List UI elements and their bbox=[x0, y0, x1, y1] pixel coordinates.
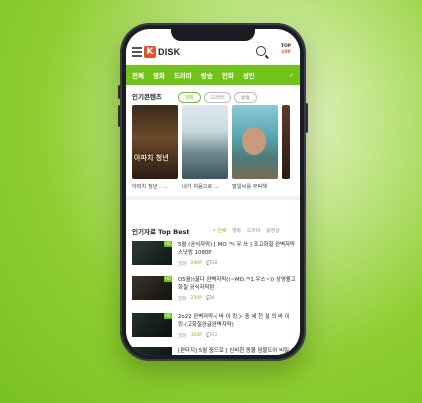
item-points: 320P bbox=[190, 333, 202, 338]
comment-count-value: 12 bbox=[211, 333, 218, 338]
chip-movie[interactable]: 영화 bbox=[178, 92, 201, 103]
item-meta: 영화 240P 💬18 bbox=[178, 261, 218, 267]
top-label: TOP bbox=[280, 44, 292, 49]
item-thumbnail: HD bbox=[132, 313, 172, 337]
best-tab-movie[interactable]: 영화 bbox=[232, 227, 241, 234]
phone-frame: K DISK TOP 100 전체 영화 드라마 방송 만화 성인 ✓ 인기콘텐… bbox=[118, 23, 308, 361]
hd-badge: HD bbox=[163, 241, 172, 247]
power-button bbox=[306, 103, 308, 133]
poster-4-partial[interactable] bbox=[282, 105, 290, 179]
best-tab-all[interactable]: • 전체 bbox=[213, 227, 226, 234]
app-header: K DISK TOP 100 bbox=[126, 41, 300, 65]
kdisk-logo[interactable]: K DISK bbox=[144, 44, 180, 60]
item-points: 230P bbox=[190, 296, 202, 301]
chip-broadcast[interactable]: 방송 bbox=[234, 92, 257, 103]
item-title: [판타지] 5월 중드로 [ 신비한 동물 덤블도어 비밀 ] 1080P 정식… bbox=[178, 348, 293, 354]
top-number: 100 bbox=[281, 50, 291, 55]
poster-caption-3[interactable]: 말일씨를 부탁해 bbox=[232, 183, 278, 190]
section-divider bbox=[126, 196, 300, 200]
poster-1-title: 아파치 청년 bbox=[134, 154, 169, 162]
item-title: 2o22 완벽자막-( 바 이 킹 )- 중 세 천 설 의 바 이 킹-(고화… bbox=[178, 314, 290, 328]
volume-down-button bbox=[118, 105, 120, 127]
poster-captions: 아파치 청년 : ... 내가 처음으로 ... 말일씨를 부탁해 bbox=[132, 183, 278, 190]
popular-content-title: 인기콘텐츠 bbox=[132, 93, 162, 101]
nav-item-broadcast[interactable]: 방송 bbox=[201, 70, 213, 80]
item-thumbnail: HD bbox=[132, 276, 172, 300]
item-thumbnail: HD bbox=[132, 241, 172, 265]
top-best-tabs: • 전체 영화 드라마 동영상 bbox=[213, 227, 280, 234]
volume-up-button bbox=[118, 85, 120, 99]
poster-3[interactable] bbox=[232, 105, 278, 179]
item-category: 영화 bbox=[178, 297, 187, 302]
comment-count-value: 4 bbox=[211, 296, 215, 301]
phone-screen: K DISK TOP 100 전체 영화 드라마 방송 만화 성인 ✓ 인기콘텐… bbox=[126, 29, 300, 355]
phone-notch bbox=[171, 29, 255, 41]
popular-filter-chips: 영화 드라마 방송 bbox=[178, 92, 257, 103]
item-category: 영화 bbox=[178, 334, 187, 339]
nav-more-icon[interactable]: ✓ bbox=[289, 72, 294, 79]
poster-1[interactable]: 아파치 청년 bbox=[132, 105, 178, 179]
nav-item-movie[interactable]: 영화 bbox=[153, 70, 165, 80]
list-item[interactable]: [판타지] 5월 중드로 [ 신비한 동물 덤블도어 비밀 ] 1080P 정식… bbox=[132, 347, 296, 355]
item-points: 240P bbox=[190, 261, 202, 266]
nav-item-comic[interactable]: 만화 bbox=[222, 70, 234, 80]
nav-item-all[interactable]: 전체 bbox=[132, 70, 144, 80]
item-meta: 영화 320P 💬12 bbox=[178, 333, 218, 339]
item-thumbnail bbox=[132, 347, 172, 355]
nav-item-drama[interactable]: 드라마 bbox=[174, 70, 192, 80]
poster-3-portrait bbox=[242, 127, 266, 155]
hd-badge: HD bbox=[163, 313, 172, 319]
top100-button[interactable]: TOP 100 bbox=[278, 44, 294, 60]
search-icon[interactable] bbox=[256, 46, 266, 56]
comment-count: 💬4 bbox=[206, 296, 215, 301]
chip-drama[interactable]: 드라마 bbox=[203, 92, 232, 103]
item-meta: 영화 230P 💬4 bbox=[178, 296, 215, 302]
best-tab-video[interactable]: 동영상 bbox=[266, 227, 279, 234]
nav-item-adult[interactable]: 성인 bbox=[243, 70, 255, 80]
comment-count: 💬18 bbox=[206, 261, 218, 266]
comment-count: 💬12 bbox=[206, 333, 218, 338]
poster-caption-1[interactable]: 아파치 청년 : ... bbox=[132, 183, 178, 190]
poster-2[interactable] bbox=[182, 105, 228, 179]
top-best-title: 인기자료 Top Best bbox=[132, 228, 190, 236]
category-nav: 전체 영화 드라마 방송 만화 성인 ✓ bbox=[126, 65, 300, 85]
item-title: O5월))꿀다 완벽자막((~MO.ㅋ1.우스~)) 상영퀄고화질 공식자막판 bbox=[178, 277, 296, 291]
hd-badge: HD bbox=[163, 276, 172, 282]
logo-mark: K bbox=[144, 46, 156, 58]
hamburger-menu-icon[interactable] bbox=[132, 47, 142, 57]
best-tab-drama[interactable]: 드라마 bbox=[247, 227, 260, 234]
poster-caption-2[interactable]: 내가 처음으로 ... bbox=[182, 183, 228, 190]
logo-text: DISK bbox=[158, 47, 181, 57]
item-title: 5월 (공식자막) [ MO ㅋi 우 쓰 ] 조고화질 완벽자막 스낫링 10… bbox=[178, 242, 296, 256]
comment-count-value: 18 bbox=[211, 261, 218, 266]
poster-carousel[interactable]: 아파치 청년 bbox=[132, 105, 290, 179]
item-category: 영화 bbox=[178, 262, 187, 267]
